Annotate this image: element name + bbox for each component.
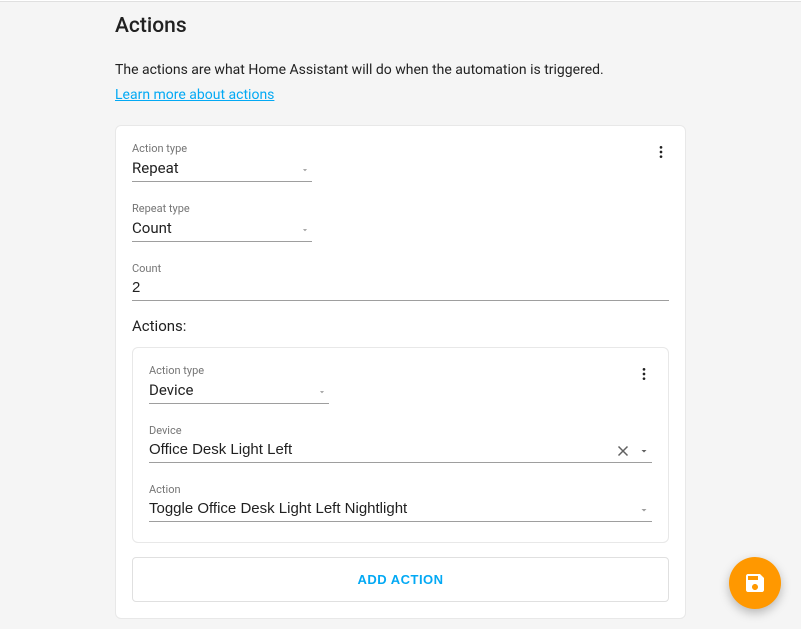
learn-more-link[interactable]: Learn more about actions bbox=[115, 87, 274, 103]
add-action-button[interactable]: Add Action bbox=[132, 557, 669, 602]
nested-action-type-field: Action type Device bbox=[149, 364, 329, 404]
repeat-type-label: Repeat type bbox=[132, 202, 312, 215]
action-type-field: Action type Repeat bbox=[132, 142, 312, 182]
device-label: Device bbox=[149, 424, 652, 437]
device-field: Device bbox=[149, 424, 652, 463]
dots-vertical-icon bbox=[636, 366, 652, 382]
chevron-down-icon bbox=[638, 445, 650, 457]
action-combobox[interactable] bbox=[149, 498, 652, 522]
action-label: Action bbox=[149, 483, 652, 496]
action-type-select[interactable]: Repeat bbox=[132, 157, 312, 182]
nested-action-type-select[interactable]: Device bbox=[149, 379, 329, 404]
nested-action-type-value: Device bbox=[149, 379, 329, 404]
nested-action-type-label: Action type bbox=[149, 364, 329, 377]
device-input[interactable] bbox=[149, 439, 652, 463]
repeat-type-select[interactable]: Count bbox=[132, 217, 312, 242]
repeat-type-value: Count bbox=[132, 217, 312, 242]
action-card-repeat: Action type Repeat Repeat type Count Cou… bbox=[115, 125, 686, 619]
action-input[interactable] bbox=[149, 498, 652, 522]
chevron-down-icon bbox=[638, 504, 650, 516]
overflow-menu-button[interactable] bbox=[649, 140, 673, 164]
device-combobox[interactable] bbox=[149, 439, 652, 463]
action-type-value: Repeat bbox=[132, 157, 312, 182]
top-border bbox=[0, 0, 801, 2]
nested-actions-heading: Actions: bbox=[132, 317, 669, 335]
clear-icon[interactable] bbox=[614, 442, 632, 460]
section-title: Actions bbox=[115, 14, 686, 38]
count-input[interactable] bbox=[132, 277, 669, 301]
overflow-menu-button[interactable] bbox=[632, 362, 656, 386]
repeat-type-field: Repeat type Count bbox=[132, 202, 312, 242]
nested-action-card-device: Action type Device Device bbox=[132, 347, 669, 543]
action-type-label: Action type bbox=[132, 142, 312, 155]
dots-vertical-icon bbox=[653, 144, 669, 160]
save-fab[interactable] bbox=[729, 557, 781, 609]
action-field: Action bbox=[149, 483, 652, 522]
actions-section: Actions The actions are what Home Assist… bbox=[0, 14, 801, 629]
count-field: Count bbox=[132, 262, 669, 301]
section-description: The actions are what Home Assistant will… bbox=[115, 62, 686, 78]
count-label: Count bbox=[132, 262, 669, 275]
save-icon bbox=[743, 571, 767, 595]
